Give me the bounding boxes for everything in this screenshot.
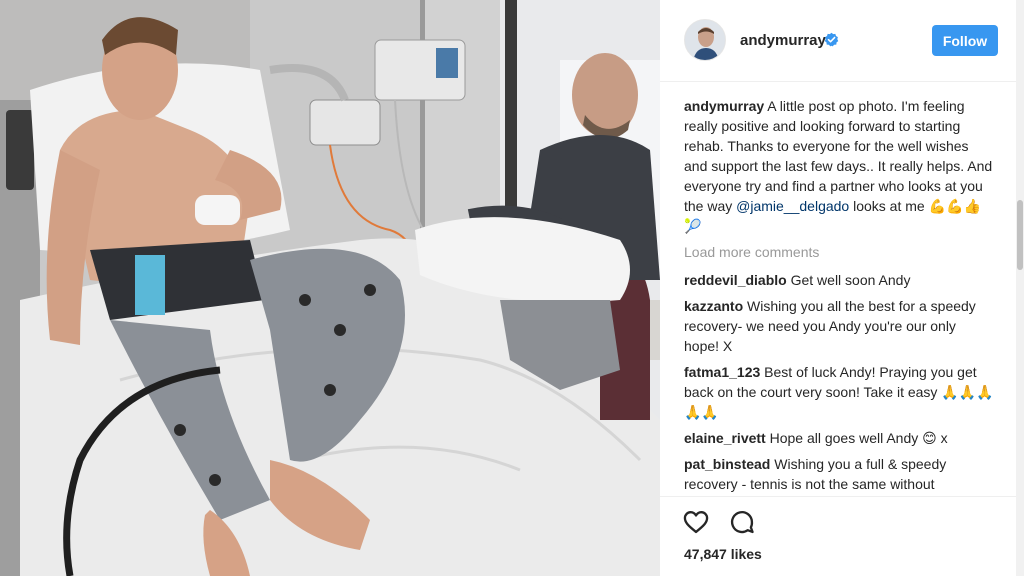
post-actions [682, 508, 756, 538]
comment-item: kazzanto Wishing you all the best for a … [684, 296, 994, 356]
post-header: andymurray Follow [660, 0, 1016, 82]
caption-mention[interactable]: @jamie__delgado [736, 198, 849, 214]
avatar[interactable] [684, 19, 726, 61]
comment-username[interactable]: fatma1_123 [684, 364, 760, 380]
comments-list: andymurray A little post op photo. I'm f… [684, 96, 994, 500]
caption-username[interactable]: andymurray [684, 98, 764, 114]
comment-item: elaine_rivett Hope all goes well Andy 😊 … [684, 428, 994, 448]
heart-icon[interactable] [682, 508, 710, 536]
comment-username[interactable]: kazzanto [684, 298, 743, 314]
hospital-photo-illustration [0, 0, 660, 576]
comment-item: fatma1_123 Best of luck Andy! Praying yo… [684, 362, 994, 422]
comment-text: Get well soon Andy [786, 272, 911, 288]
post-photo[interactable] [0, 0, 660, 576]
scrollbar-thumb[interactable] [1017, 200, 1023, 270]
comment-text: Hope all goes well Andy 😊 x [765, 430, 948, 446]
caption-text-1: A little post op photo. I'm feeling real… [684, 98, 993, 214]
comment-username[interactable]: elaine_rivett [684, 430, 766, 446]
caption: andymurray A little post op photo. I'm f… [684, 96, 994, 236]
comment-username[interactable]: pat_binstead [684, 456, 770, 472]
avatar-image [685, 20, 725, 60]
verified-badge-icon [824, 32, 839, 47]
follow-button[interactable]: Follow [932, 25, 998, 56]
post-details-panel: andymurray Follow andymurray A little po… [660, 0, 1016, 576]
comment-icon[interactable] [728, 508, 756, 536]
comment-item: pat_binstead Wishing you a full & speedy… [684, 454, 994, 494]
actions-divider [660, 496, 1016, 497]
comment-username[interactable]: reddevil_diablo [684, 272, 787, 288]
likes-count[interactable]: 47,847 likes [684, 546, 762, 562]
scrollbar[interactable] [1016, 0, 1024, 576]
comment-item: reddevil_diablo Get well soon Andy [684, 270, 994, 290]
load-more-comments-link[interactable]: Load more comments [684, 242, 994, 262]
username[interactable]: andymurray [740, 32, 826, 49]
